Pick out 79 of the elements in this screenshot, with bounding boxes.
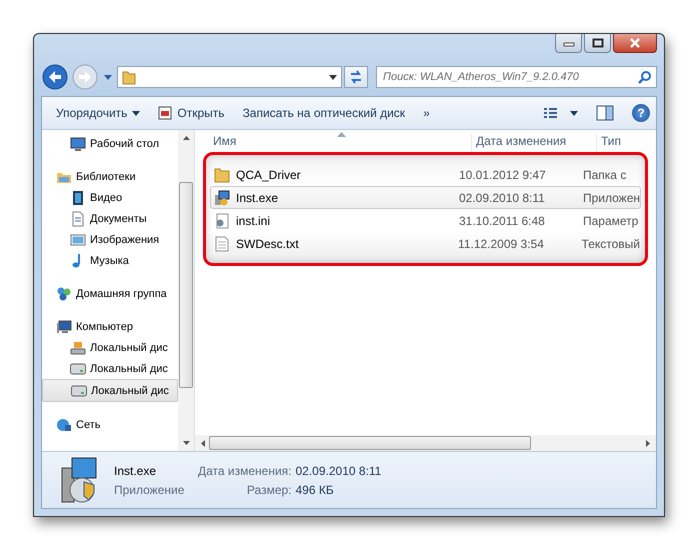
column-header[interactable]: Тип xyxy=(597,134,656,152)
file-row[interactable]: Inst.exe 02.09.2010 8:11 Приложен xyxy=(210,186,641,209)
date-cell-text: 31.10.2011 6:48 xyxy=(458,214,546,228)
sidebar-item[interactable]: Рабочий стол xyxy=(42,133,178,154)
scrollbar[interactable] xyxy=(195,435,656,451)
pane-icon xyxy=(596,105,614,121)
back-button[interactable] xyxy=(41,63,69,91)
file-row[interactable]: inst.ini 31.10.2011 6:48 Параметр xyxy=(210,209,641,232)
sidebar-item[interactable]: Локальный дис xyxy=(42,379,178,402)
file-row[interactable]: QCA_Driver 10.01.2012 9:47 Папка с xyxy=(210,163,641,186)
date-cell-text: 10.01.2012 9:47 xyxy=(458,168,547,182)
maximize-icon xyxy=(592,38,604,48)
help-button[interactable]: ? xyxy=(632,104,650,122)
burn-button[interactable]: Записать на оптический диск xyxy=(236,103,412,123)
field-value: 496 КБ xyxy=(296,482,335,496)
file-name: Inst.exe xyxy=(236,190,278,204)
file-icon xyxy=(214,190,230,206)
file-icon xyxy=(214,212,230,228)
sidebar-item[interactable]: Библиотеки xyxy=(42,166,178,187)
item-icon xyxy=(70,190,86,206)
type-cell-text: Папка с xyxy=(582,168,628,182)
field-label: Дата изменения: xyxy=(198,464,292,478)
item-icon xyxy=(70,232,86,248)
history-dropdown-icon[interactable] xyxy=(104,74,112,80)
caret-icon xyxy=(132,110,140,116)
scroll-left-icon[interactable] xyxy=(201,440,205,446)
sidebar-item[interactable]: Музыка xyxy=(42,250,178,271)
file-row[interactable]: SWDesc.txt 11.12.2009 3:54 Текстовый xyxy=(210,232,641,255)
folder-icon xyxy=(122,69,136,85)
file-name: SWDesc.txt xyxy=(236,236,299,250)
sidebar-item[interactable]: Домашняя группа xyxy=(42,283,178,304)
item-icon xyxy=(70,360,86,376)
list-view-icon xyxy=(544,107,578,119)
organize-button[interactable]: Упорядочить xyxy=(50,103,146,123)
file-type: Приложение xyxy=(114,482,184,496)
scrollbar[interactable] xyxy=(178,130,194,451)
field-value: 02.09.2010 8:11 xyxy=(296,464,382,478)
refresh-icon xyxy=(348,70,364,84)
item-icon xyxy=(56,416,72,432)
type-cell-text: Параметр xyxy=(582,214,640,228)
scroll-up-icon[interactable] xyxy=(182,136,190,140)
sidebar-item[interactable]: Изображения xyxy=(42,229,178,250)
date-cell-text: 02.09.2010 8:11 xyxy=(458,190,546,204)
item-icon xyxy=(56,318,72,334)
minimize-button[interactable] xyxy=(555,34,582,53)
sidebar-item[interactable]: Компьютер xyxy=(42,316,178,337)
item-icon xyxy=(70,136,86,152)
item-icon xyxy=(56,286,72,302)
sidebar-item[interactable]: Локальный дис xyxy=(42,337,178,358)
field-label: Размер: xyxy=(246,482,292,496)
more-button[interactable]: » xyxy=(417,103,436,123)
sidebar-item[interactable]: Документы xyxy=(42,208,178,229)
file-icon xyxy=(214,166,230,182)
file-icon xyxy=(214,236,230,252)
search-field[interactable]: Поиск: WLAN_Atheros_Win7_9.2.0.470 xyxy=(376,66,657,88)
file-name: QCA_Driver xyxy=(236,168,301,182)
type-cell-text: Приложен xyxy=(582,190,640,204)
item-icon xyxy=(70,210,86,226)
file-name: Inst.exe xyxy=(114,464,158,478)
refresh-button[interactable] xyxy=(344,66,368,88)
sort-icon xyxy=(337,132,346,137)
item-icon xyxy=(70,340,86,356)
maximize-button[interactable] xyxy=(584,34,611,53)
item-icon xyxy=(71,382,87,398)
search-icon xyxy=(638,70,652,84)
file-name: inst.ini xyxy=(236,214,270,228)
close-icon xyxy=(628,38,642,48)
sidebar-item[interactable]: Видео xyxy=(42,187,178,208)
address-field[interactable] xyxy=(117,66,342,88)
close-button[interactable] xyxy=(613,34,657,53)
sidebar-item[interactable]: Локальный дис xyxy=(42,358,178,379)
type-cell-text: Текстовый xyxy=(580,236,640,250)
open-icon xyxy=(158,106,172,120)
scroll-right-icon[interactable] xyxy=(646,440,650,446)
sidebar-item[interactable]: Сеть xyxy=(42,414,178,435)
date-cell-text: 11.12.2009 3:54 xyxy=(457,236,545,250)
open-button[interactable]: Открыть xyxy=(152,103,231,123)
scroll-down-icon[interactable] xyxy=(182,441,190,445)
dropdown-icon[interactable] xyxy=(329,74,337,80)
